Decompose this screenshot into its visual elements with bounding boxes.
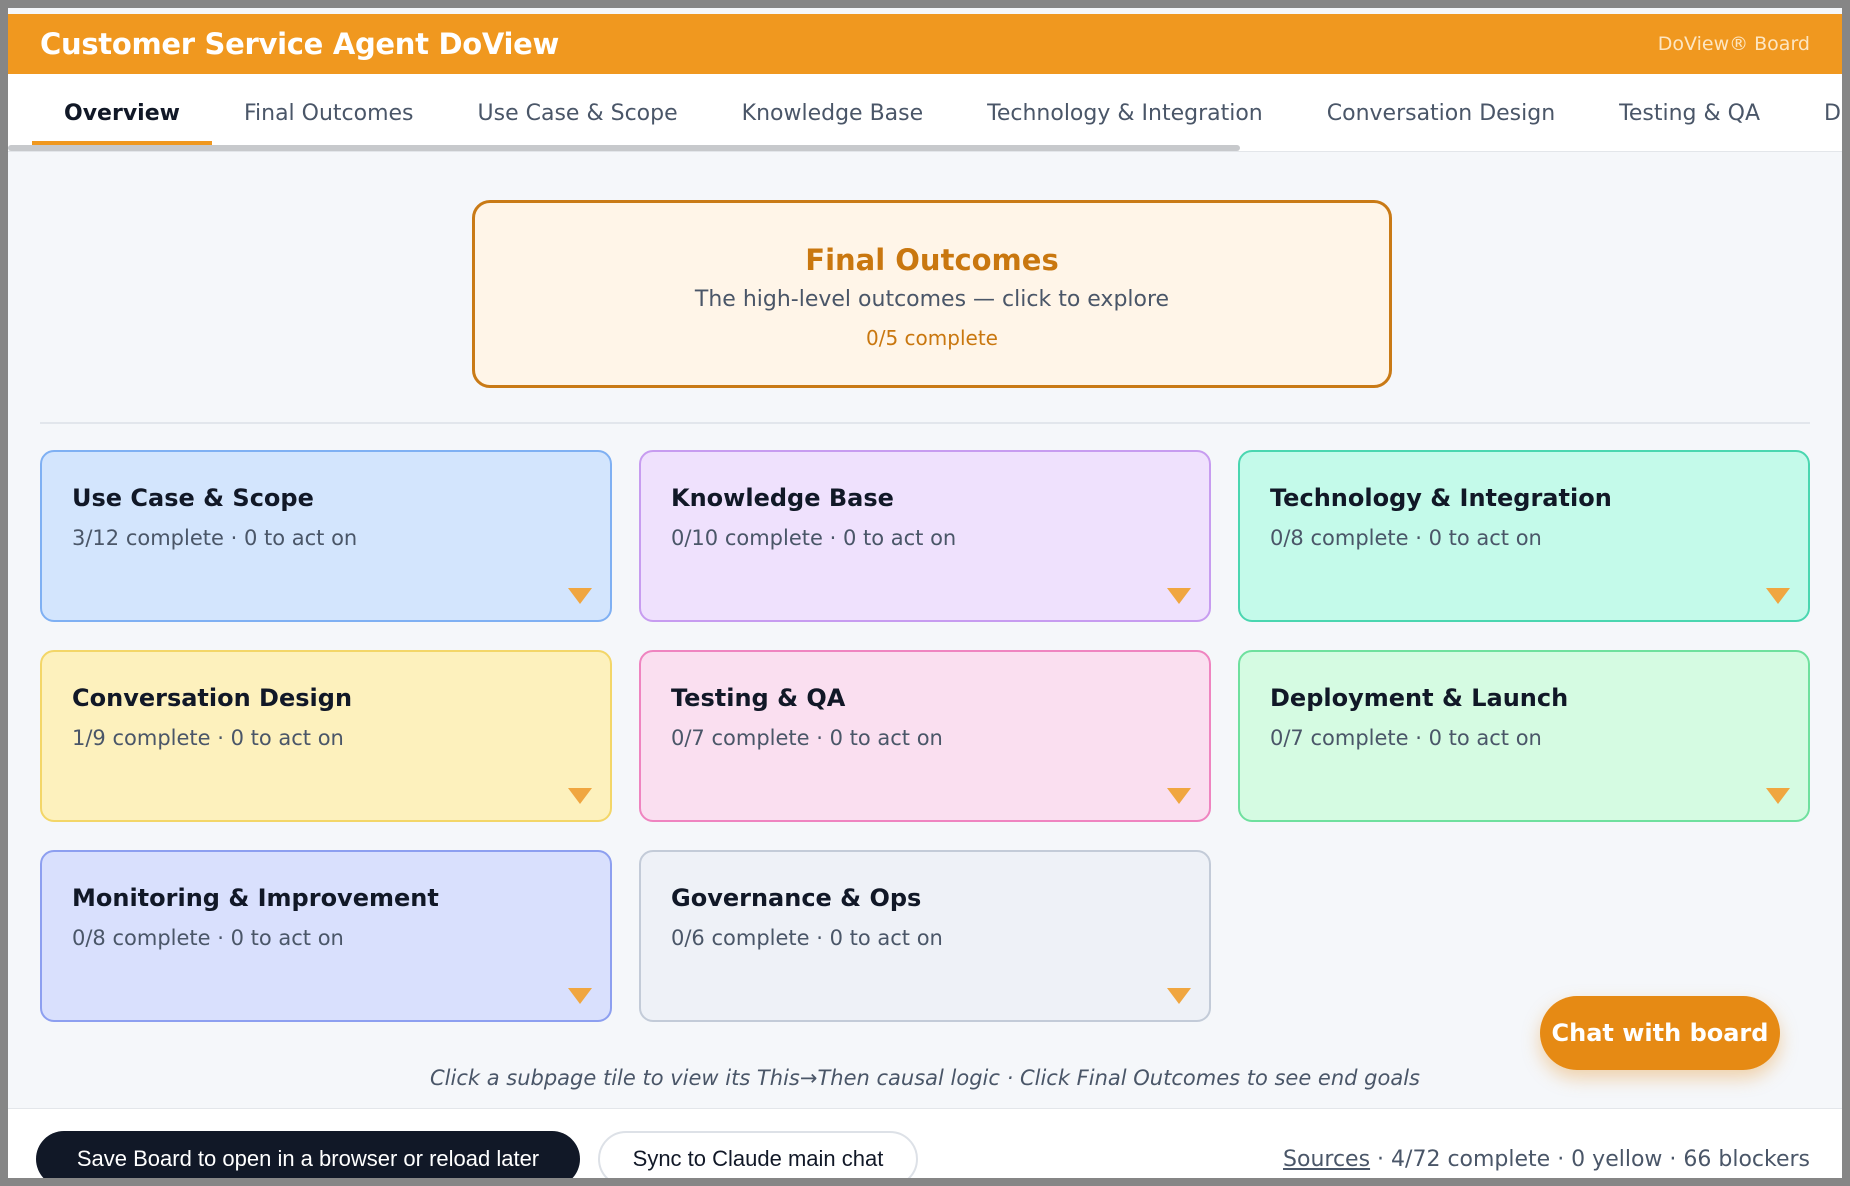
tile-progress: 0/6 complete · 0 to act on (671, 926, 943, 950)
tabs-row: Overview Final Outcomes Use Case & Scope… (32, 74, 1842, 146)
tile-testing-qa[interactable]: Testing & QA 0/7 complete · 0 to act on (639, 650, 1211, 822)
chat-with-board-button[interactable]: Chat with board (1540, 996, 1780, 1070)
tab-technology-integration[interactable]: Technology & Integration (955, 74, 1295, 146)
tab-truncated[interactable]: D (1792, 74, 1842, 146)
tile-progress: 1/9 complete · 0 to act on (72, 726, 344, 750)
tile-conversation-design[interactable]: Conversation Design 1/9 complete · 0 to … (40, 650, 612, 822)
tile-progress: 0/7 complete · 0 to act on (1270, 726, 1542, 750)
tile-title: Monitoring & Improvement (72, 884, 439, 912)
tile-title: Use Case & Scope (72, 484, 314, 512)
caret-down-icon (1766, 788, 1790, 804)
tab-scrollbar[interactable] (8, 145, 1240, 151)
save-board-button[interactable]: Save Board to open in a browser or reloa… (36, 1131, 580, 1178)
tab-knowledge-base[interactable]: Knowledge Base (710, 74, 956, 146)
tile-title: Testing & QA (671, 684, 846, 712)
sources-link[interactable]: Sources (1283, 1147, 1370, 1172)
sync-claude-button[interactable]: Sync to Claude main chat (598, 1131, 918, 1178)
caret-down-icon (1766, 588, 1790, 604)
tile-title: Conversation Design (72, 684, 353, 712)
tile-knowledge-base[interactable]: Knowledge Base 0/10 complete · 0 to act … (639, 450, 1211, 622)
tile-progress: 0/7 complete · 0 to act on (671, 726, 943, 750)
caret-down-icon (568, 988, 592, 1004)
caret-down-icon (568, 588, 592, 604)
final-outcomes-subtitle: The high-level outcomes — click to explo… (694, 287, 1170, 312)
doview-badge: DoView® Board (1657, 33, 1810, 55)
app-window: Customer Service Agent DoView DoView® Bo… (0, 0, 1850, 1186)
footer-bar: Save Board to open in a browser or reloa… (8, 1108, 1842, 1178)
board-title: Customer Service Agent DoView (40, 27, 560, 61)
tab-testing-qa[interactable]: Testing & QA (1587, 74, 1792, 146)
tile-title: Technology & Integration (1270, 484, 1612, 512)
tile-use-case-scope[interactable]: Use Case & Scope 3/12 complete · 0 to ac… (40, 450, 612, 622)
tile-title: Deployment & Launch (1270, 684, 1569, 712)
tile-deployment-launch[interactable]: Deployment & Launch 0/7 complete · 0 to … (1238, 650, 1810, 822)
final-outcomes-card[interactable]: Final Outcomes The high-level outcomes —… (472, 200, 1392, 388)
caret-down-icon (1167, 588, 1191, 604)
tile-progress: 0/10 complete · 0 to act on (671, 526, 957, 550)
caret-down-icon (568, 788, 592, 804)
tile-monitoring-improvement[interactable]: Monitoring & Improvement 0/8 complete · … (40, 850, 612, 1022)
tile-technology-integration[interactable]: Technology & Integration 0/8 complete · … (1238, 450, 1810, 622)
caret-down-icon (1167, 788, 1191, 804)
status-summary: · 4/72 complete · 0 yellow · 66 blockers (1370, 1147, 1810, 1172)
tab-overview[interactable]: Overview (32, 74, 212, 146)
tab-conversation-design[interactable]: Conversation Design (1295, 74, 1587, 146)
tab-bar: Overview Final Outcomes Use Case & Scope… (8, 74, 1842, 152)
final-outcomes-count: 0/5 complete (866, 326, 998, 350)
tab-final-outcomes[interactable]: Final Outcomes (212, 74, 446, 146)
title-bar: Customer Service Agent DoView DoView® Bo… (8, 14, 1842, 74)
board-status: Sources · 4/72 complete · 0 yellow · 66 … (1283, 1147, 1810, 1172)
app-root: Customer Service Agent DoView DoView® Bo… (8, 8, 1842, 1178)
instruction-hint: Click a subpage tile to view its This→Th… (430, 1066, 1420, 1090)
tile-title: Knowledge Base (671, 484, 894, 512)
final-outcomes-title: Final Outcomes (805, 243, 1059, 277)
tile-progress: 0/8 complete · 0 to act on (72, 926, 344, 950)
tab-use-case-scope[interactable]: Use Case & Scope (446, 74, 710, 146)
section-divider (40, 422, 1810, 424)
tile-progress: 0/8 complete · 0 to act on (1270, 526, 1542, 550)
caret-down-icon (1167, 988, 1191, 1004)
tile-governance-ops[interactable]: Governance & Ops 0/6 complete · 0 to act… (639, 850, 1211, 1022)
tile-progress: 3/12 complete · 0 to act on (72, 526, 358, 550)
tile-title: Governance & Ops (671, 884, 922, 912)
